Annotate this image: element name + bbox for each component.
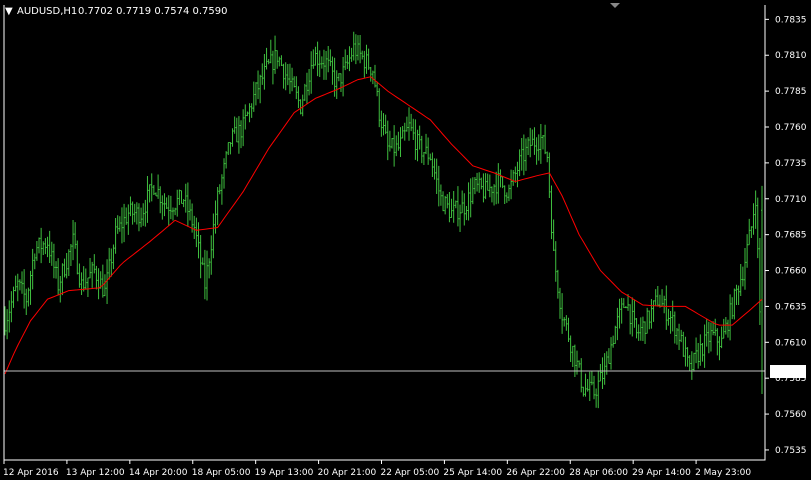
x-tick-label: 29 Apr 14:00 — [632, 468, 691, 478]
x-tick-label: 28 Apr 06:00 — [569, 468, 628, 478]
y-tick-label: 0.7785 — [775, 87, 807, 97]
chart-header: ▼ AUDUSD,H1 0.7702 0.7719 0.7574 0.7590 — [5, 6, 228, 17]
chart-menu-icon[interactable]: ▼ — [5, 6, 13, 17]
y-tick-label: 0.7810 — [775, 51, 807, 61]
x-tick-label: 18 Apr 05:00 — [192, 468, 251, 478]
y-tick-label: 0.7760 — [775, 123, 807, 133]
price-chart[interactable]: 0.7835 0.7810 0.7785 0.7760 0.7735 0.7710 0.76… — [0, 0, 811, 480]
svg-text:0.7590: 0.7590 — [773, 368, 805, 378]
y-tick-label: 0.7560 — [775, 410, 807, 420]
x-tick-label: 2 May 23:00 — [695, 468, 751, 478]
x-tick-label: 14 Apr 20:00 — [129, 468, 188, 478]
x-tick-label: 19 Apr 13:00 — [255, 468, 314, 478]
x-tick-label: 13 Apr 12:00 — [66, 468, 125, 478]
y-tick-label: 0.7635 — [775, 302, 807, 312]
x-tick-label: 26 Apr 22:00 — [506, 468, 565, 478]
y-tick-label: 0.7835 — [775, 15, 807, 25]
y-tick-label: 0.7685 — [775, 231, 807, 241]
x-tick-label: 25 Apr 14:00 — [443, 468, 502, 478]
x-tick-label: 22 Apr 05:00 — [381, 468, 440, 478]
symbol-label: AUDUSD,H1 — [17, 6, 77, 17]
ohlc-label: 0.7702 0.7719 0.7574 0.7590 — [78, 6, 228, 17]
y-tick-label: 0.7535 — [775, 446, 807, 456]
y-tick-label: 0.7610 — [775, 338, 807, 348]
current-price-label: 0.7590 — [770, 365, 806, 379]
y-tick-label: 0.7710 — [775, 195, 807, 205]
y-tick-label: 0.7735 — [775, 159, 807, 169]
x-tick-label: 12 Apr 2016 — [3, 468, 59, 478]
y-tick-label: 0.7660 — [775, 267, 807, 277]
x-tick-label: 20 Apr 21:00 — [318, 468, 377, 478]
